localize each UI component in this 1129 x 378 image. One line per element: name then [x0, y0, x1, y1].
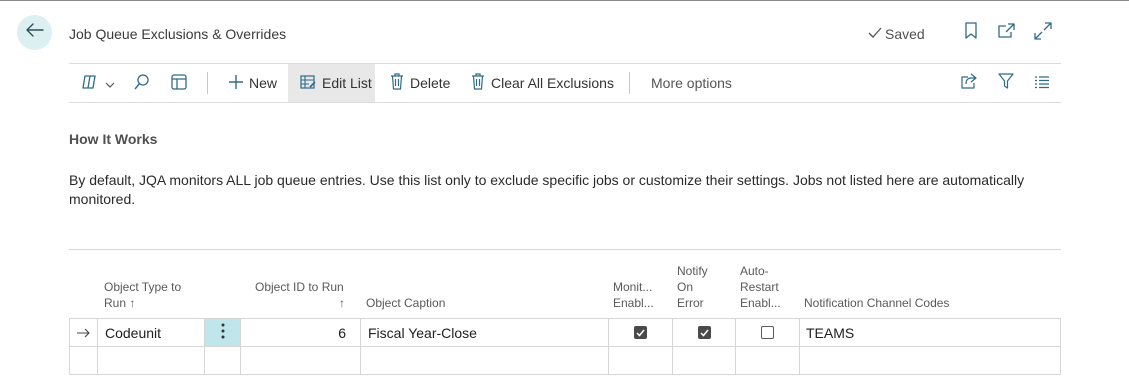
section-description: By default, JQA monitors ALL job queue e… [69, 172, 1025, 207]
column-header-notify-on-error[interactable]: Notify On Error [677, 263, 708, 311]
column-header-line: Run ↑ [104, 296, 136, 310]
saved-status: Saved [868, 26, 925, 42]
trash-icon [390, 73, 404, 93]
expand-button[interactable] [1033, 21, 1053, 45]
column-header-line: On [677, 280, 694, 294]
column-header-line: Object ID to Run [255, 280, 344, 294]
back-arrow-icon [25, 23, 44, 42]
edit-list-icon [300, 74, 316, 92]
cell-object-id[interactable]: 6 [241, 319, 361, 346]
notify-on-error-checkbox[interactable] [697, 326, 711, 339]
column-header-line: Enabl... [740, 296, 781, 310]
clear-all-exclusions-label: Clear All Exclusions [491, 75, 614, 91]
more-vertical-icon [221, 323, 225, 342]
column-header-monitoring-enabled[interactable]: Monit... Enabl... [613, 279, 654, 311]
table-row[interactable]: Codeunit 6 Fiscal Year-Close TEAMS [69, 318, 1061, 347]
arrow-right-icon [77, 325, 90, 341]
auto-restart-enabled-checkbox[interactable] [761, 326, 774, 339]
cell-object-type[interactable]: Codeunit [98, 319, 205, 346]
cell-object-caption[interactable]: Fiscal Year-Close [361, 319, 609, 346]
saved-label: Saved [885, 26, 925, 42]
row-indicator[interactable] [70, 347, 98, 374]
column-header-object-caption[interactable]: Object Caption [366, 295, 445, 311]
filter-button[interactable] [998, 64, 1014, 102]
layout-button[interactable] [170, 64, 188, 102]
search-button[interactable] [133, 64, 151, 102]
column-header-object-id[interactable]: Object ID to Run ↑ [255, 279, 345, 311]
open-new-window-button[interactable] [996, 22, 1016, 44]
more-options-button[interactable]: More options [651, 64, 732, 102]
action-bar: New Edit List Delete Clear All Exclusion… [69, 63, 1061, 103]
section-title: How It Works [69, 131, 158, 147]
cell-notification-channels[interactable]: TEAMS [800, 319, 1060, 346]
share-icon [960, 73, 978, 93]
list-icon [1034, 75, 1050, 92]
plus-icon [229, 74, 243, 92]
column-header-line: Enabl... [613, 296, 654, 310]
expand-icon [1034, 21, 1052, 45]
table-row-empty[interactable] [69, 346, 1061, 375]
new-button[interactable]: New [227, 64, 279, 102]
row-actions-cell[interactable] [205, 347, 241, 374]
cell-object-id[interactable] [241, 347, 361, 374]
more-options-label: More options [651, 75, 732, 91]
edit-list-button[interactable]: Edit List [288, 64, 375, 102]
cell-monitoring-enabled[interactable] [609, 347, 673, 374]
open-new-window-icon [997, 22, 1015, 44]
cell-notification-channels[interactable] [800, 347, 1060, 374]
cell-auto-restart-enabled[interactable] [736, 347, 800, 374]
column-header-line: Auto- [740, 264, 769, 278]
page-title: Job Queue Exclusions & Overrides [69, 26, 287, 42]
list-view-button[interactable] [1034, 64, 1050, 102]
toolbar-separator [207, 72, 208, 94]
share-button[interactable] [960, 64, 978, 102]
delete-label: Delete [410, 75, 451, 91]
clear-all-exclusions-button[interactable]: Clear All Exclusions [471, 64, 614, 102]
chevron-down-icon [105, 75, 115, 91]
copilot-icon [81, 74, 99, 93]
column-header-object-type[interactable]: Object Type to Run ↑ [104, 279, 181, 311]
column-header-line: Monit... [613, 280, 653, 294]
column-header-line: Error [677, 296, 704, 310]
column-header-line: Restart [740, 280, 779, 294]
filter-icon [998, 73, 1014, 93]
column-header-line: ↑ [339, 296, 345, 310]
row-indicator[interactable] [70, 319, 98, 346]
copilot-menu-button[interactable] [81, 64, 115, 102]
trash-icon [471, 73, 485, 93]
edit-list-label: Edit List [322, 75, 372, 91]
delete-button[interactable]: Delete [390, 64, 450, 102]
back-button[interactable] [17, 15, 52, 50]
monitoring-enabled-checkbox[interactable] [634, 326, 647, 339]
column-header-line: Notify [677, 264, 708, 278]
toolbar-separator [629, 72, 630, 94]
window-top-border [0, 0, 1129, 1]
cell-monitoring-enabled [609, 319, 673, 346]
column-header-notification-channels[interactable]: Notification Channel Codes [804, 295, 949, 311]
cell-notify-on-error [673, 319, 736, 346]
cell-notify-on-error[interactable] [673, 347, 736, 374]
bookmark-icon [964, 21, 978, 45]
column-header-auto-restart-enabled[interactable]: Auto- Restart Enabl... [740, 263, 781, 311]
bookmark-button[interactable] [961, 21, 981, 45]
cell-object-type[interactable] [98, 347, 205, 374]
cell-auto-restart-enabled [736, 319, 800, 346]
layout-icon [170, 73, 188, 94]
row-actions-button[interactable] [205, 319, 241, 346]
section-divider [69, 249, 1061, 250]
cell-object-caption[interactable] [361, 347, 609, 374]
column-header-line: Object Type to [104, 280, 182, 294]
new-label: New [249, 75, 278, 91]
checkmark-icon [868, 26, 882, 42]
search-icon [133, 73, 151, 94]
